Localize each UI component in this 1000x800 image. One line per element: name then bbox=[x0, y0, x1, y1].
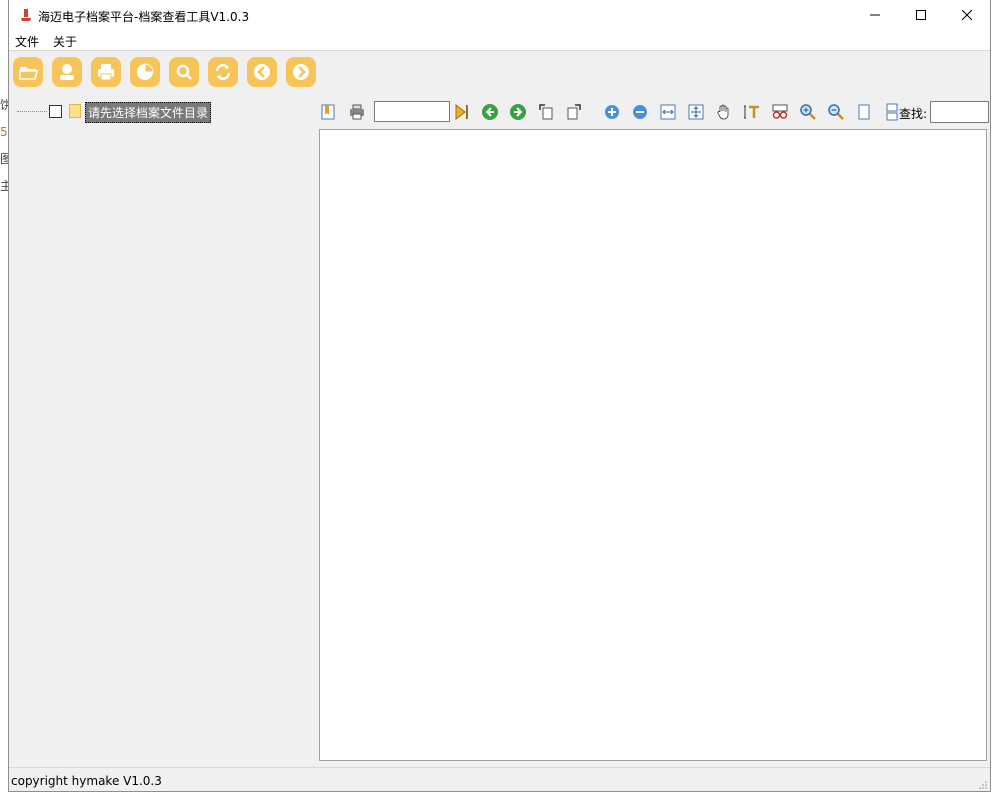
tree-connector bbox=[17, 111, 47, 112]
background-text: 主 bbox=[0, 179, 13, 193]
pan-tool-button[interactable] bbox=[714, 102, 734, 122]
close-icon bbox=[962, 10, 972, 20]
find-input[interactable] bbox=[930, 101, 989, 123]
title-bar[interactable]: 海迈电子档案平台-档案查看工具V1.0.3 bbox=[9, 0, 990, 30]
plus-circle-icon bbox=[605, 105, 619, 119]
zoom-out-button[interactable] bbox=[630, 102, 650, 122]
next-page-button[interactable] bbox=[508, 102, 528, 122]
single-page-icon bbox=[858, 104, 870, 120]
folder-open-icon bbox=[19, 67, 38, 80]
rotate-right-button[interactable] bbox=[564, 102, 584, 122]
fit-width-button[interactable] bbox=[658, 102, 678, 122]
previous-page-button[interactable] bbox=[480, 102, 500, 122]
text-select-button[interactable] bbox=[742, 102, 762, 122]
fit-width-icon bbox=[660, 104, 676, 120]
page-number-input[interactable] bbox=[374, 101, 450, 122]
menu-file[interactable]: 文件 bbox=[15, 33, 39, 50]
main-toolbar bbox=[9, 52, 990, 96]
user-icon bbox=[60, 64, 74, 80]
minimize-button[interactable] bbox=[852, 0, 898, 30]
glasses-icon bbox=[772, 104, 788, 119]
forward-button[interactable] bbox=[286, 57, 316, 87]
menu-bar: 文件 关于 bbox=[9, 30, 990, 51]
bookmark-icon bbox=[321, 104, 335, 120]
rotate-left-button[interactable] bbox=[536, 102, 556, 122]
background-window-fragment: 饼 58 图 主 bbox=[0, 92, 15, 200]
minus-circle-icon bbox=[633, 105, 647, 119]
find-label: 查找: bbox=[899, 107, 928, 121]
pie-chart-icon bbox=[137, 63, 154, 80]
background-text: 58 bbox=[0, 119, 15, 146]
magnifier-minus-icon bbox=[828, 104, 844, 120]
maximize-button[interactable] bbox=[898, 0, 944, 30]
viewer-print-button[interactable] bbox=[347, 102, 367, 122]
background-text: 图 bbox=[0, 152, 13, 166]
statistics-button[interactable] bbox=[130, 57, 160, 87]
bookmark-button[interactable] bbox=[319, 102, 339, 122]
text-cursor-icon bbox=[744, 105, 759, 119]
zoom-in-button[interactable] bbox=[602, 102, 622, 122]
last-page-icon bbox=[455, 103, 468, 121]
minimize-icon bbox=[870, 14, 880, 16]
search-icon bbox=[176, 64, 192, 80]
arrow-left-circle-icon bbox=[482, 104, 498, 120]
magnifier-plus-icon bbox=[800, 104, 816, 120]
annotate-button[interactable] bbox=[770, 102, 790, 122]
arrow-right-icon bbox=[293, 64, 309, 80]
rotate-left-icon bbox=[539, 104, 553, 120]
magnify-zoom-in-button[interactable] bbox=[798, 102, 818, 122]
tree-checkbox[interactable] bbox=[49, 105, 62, 118]
archive-tree: 请先选择档案文件目录 bbox=[9, 98, 309, 766]
app-logo-icon bbox=[21, 9, 31, 21]
printer-icon bbox=[98, 64, 114, 81]
fit-page-icon bbox=[688, 104, 704, 120]
viewer-toolbar: 查找: bbox=[319, 98, 989, 126]
search-button[interactable] bbox=[169, 57, 199, 87]
app-window: 海迈电子档案平台-档案查看工具V1.0.3 文件 关于 请先选择档案文件目录 查… bbox=[8, 0, 991, 792]
document-viewer[interactable] bbox=[319, 129, 987, 761]
arrow-left-icon bbox=[254, 64, 270, 80]
background-text: 饼 bbox=[0, 98, 13, 112]
refresh-button[interactable] bbox=[208, 57, 238, 87]
copyright-text: copyright hymake V1.0.3 bbox=[11, 774, 162, 788]
hand-icon bbox=[717, 104, 729, 120]
last-page-button[interactable] bbox=[452, 102, 472, 122]
maximize-icon bbox=[916, 10, 926, 20]
rotate-right-icon bbox=[567, 104, 581, 120]
printer-icon bbox=[350, 104, 364, 120]
fit-page-button[interactable] bbox=[686, 102, 706, 122]
print-button[interactable] bbox=[91, 57, 121, 87]
single-page-button[interactable] bbox=[854, 102, 874, 122]
menu-about[interactable]: 关于 bbox=[53, 33, 77, 50]
open-folder-button[interactable] bbox=[13, 57, 43, 87]
window-title: 海迈电子档案平台-档案查看工具V1.0.3 bbox=[38, 10, 250, 24]
tree-root-node[interactable]: 请先选择档案文件目录 bbox=[85, 102, 212, 123]
magnify-zoom-out-button[interactable] bbox=[826, 102, 846, 122]
status-bar: copyright hymake V1.0.3 bbox=[9, 767, 990, 792]
close-button[interactable] bbox=[944, 0, 990, 30]
back-button[interactable] bbox=[247, 57, 277, 87]
resize-grip-icon[interactable] bbox=[978, 780, 988, 790]
user-button[interactable] bbox=[52, 57, 82, 87]
folder-icon bbox=[69, 104, 81, 118]
arrow-right-circle-icon bbox=[510, 104, 526, 120]
refresh-icon bbox=[215, 64, 231, 80]
